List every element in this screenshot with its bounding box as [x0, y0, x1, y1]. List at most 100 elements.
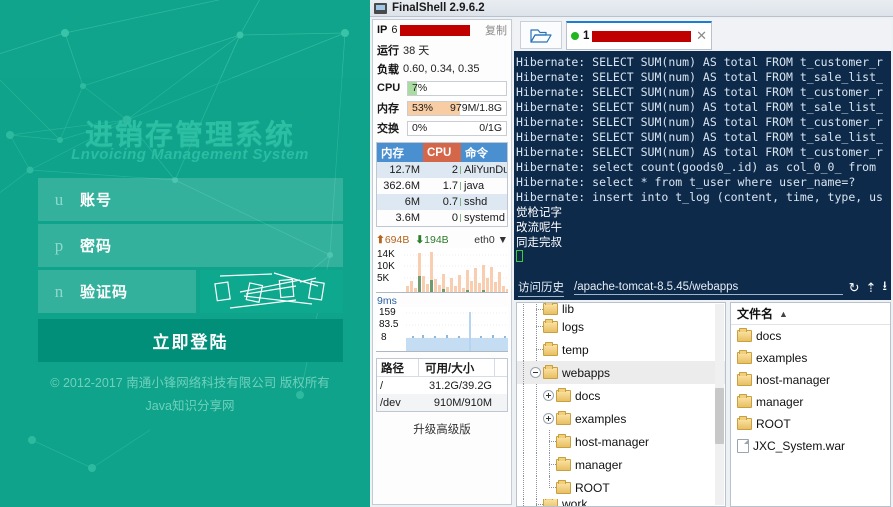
cell-path: /dev: [380, 396, 401, 409]
download-arrow-icon: ⬇: [415, 234, 425, 246]
tree-item[interactable]: logs: [517, 315, 725, 338]
load-row: 负载 0.60, 0.34, 0.35: [373, 59, 511, 78]
username-field[interactable]: u 账号: [38, 178, 343, 221]
col-header-path[interactable]: 路径: [377, 359, 419, 376]
disk-table-header: 路径 可用/大小: [377, 359, 507, 377]
sort-ascending-icon[interactable]: ▲: [779, 309, 788, 319]
cell-size: 910M/910M: [433, 396, 492, 409]
tree-item[interactable]: examples: [517, 407, 725, 430]
lat-y-label-0: 159: [379, 307, 396, 318]
col-header-command[interactable]: 命令: [461, 143, 507, 162]
col-header-memory[interactable]: 内存: [377, 143, 423, 162]
cpu-label: CPU: [377, 82, 401, 94]
terminal-line: 同走完叔: [516, 235, 562, 249]
terminal-cursor-line: [516, 250, 891, 266]
cell-command: AliYunDun: [464, 164, 507, 176]
password-field[interactable]: p 密码: [38, 224, 343, 267]
process-table: 内存 CPU 命令 12.7M 2 AliYunDun 362.6M 1.7 j…: [376, 142, 508, 227]
list-item[interactable]: manager: [731, 391, 890, 413]
folder-icon: [737, 372, 752, 386]
folder-icon: [737, 350, 752, 364]
swap-row: 交换 0% 0/1G: [373, 118, 511, 138]
download-icon[interactable]: ⭳: [882, 277, 887, 299]
memory-row: 内存 53% 979M/1.8G: [373, 98, 511, 118]
table-row[interactable]: 3.6M 0 systemd: [377, 210, 507, 226]
tree-item[interactable]: manager: [517, 453, 725, 476]
load-value: 0.60, 0.34, 0.35: [403, 62, 480, 75]
folder-icon: [556, 433, 571, 448]
login-button[interactable]: 立即登陆: [38, 319, 343, 362]
username-placeholder: 账号: [80, 192, 113, 209]
tree-item-label: temp: [562, 342, 589, 357]
col-header-size[interactable]: 可用/大小: [419, 359, 495, 376]
swap-usage-bar: 0% 0/1G: [407, 120, 507, 136]
terminal-line: Hibernate: insert into t_log (content, t…: [516, 190, 883, 204]
net-y-label-0: 14K: [377, 249, 395, 260]
table-row[interactable]: 12.7M 2 AliYunDun: [377, 162, 507, 178]
tree-item[interactable]: temp: [517, 338, 725, 361]
file-name: ROOT: [756, 417, 791, 431]
close-icon[interactable]: ✕: [696, 28, 707, 44]
terminal-line: Hibernate: select count(goods0_.id) as c…: [516, 160, 877, 174]
terminal-line: Hibernate: SELECT SUM(num) AS total FROM…: [516, 55, 883, 69]
upgrade-button[interactable]: 升级高级版: [373, 421, 511, 437]
uptime-value: 38 天: [403, 44, 430, 57]
access-history-button[interactable]: 访问历史: [518, 279, 564, 297]
tree-item[interactable]: host-manager: [517, 430, 725, 453]
expand-icon[interactable]: [543, 390, 554, 401]
table-row[interactable]: 362.6M 1.7 java: [377, 178, 507, 194]
captcha-image[interactable]: [200, 270, 343, 313]
current-path[interactable]: /apache-tomcat-8.5.45/webapps: [574, 281, 843, 295]
file-list-panel[interactable]: 文件名 ▲ docs examples host-manager manager…: [730, 302, 891, 507]
list-item[interactable]: examples: [731, 347, 890, 369]
collapse-icon[interactable]: [530, 367, 541, 378]
lat-y-label-2: 8: [381, 332, 387, 343]
list-item[interactable]: ROOT: [731, 413, 890, 435]
terminal-line: Hibernate: SELECT SUM(num) AS total FROM…: [516, 85, 883, 99]
network-interface-select[interactable]: eth0 ▼: [474, 234, 508, 246]
copy-ip-button[interactable]: 复制: [485, 22, 507, 38]
cell-cpu: 0: [423, 212, 461, 224]
upload-icon[interactable]: ⇡: [866, 280, 877, 296]
tree-item[interactable]: lib: [517, 303, 725, 315]
tree-item[interactable]: docs: [517, 384, 725, 407]
ip-label: IP: [377, 24, 388, 36]
col-header-cpu[interactable]: CPU: [423, 143, 461, 162]
captcha-field[interactable]: n 验证码: [38, 270, 196, 313]
list-item[interactable]: docs: [731, 325, 890, 347]
chevron-down-icon: ▼: [497, 234, 508, 246]
tree-item-label: lib: [562, 303, 575, 315]
file-tree-panel[interactable]: lib logs temp webapps docs examples host…: [516, 302, 726, 507]
col-header-spacer: [495, 359, 507, 376]
uptime-row: 运行 38 天: [373, 40, 511, 59]
list-item[interactable]: host-manager: [731, 369, 890, 391]
file-list-header[interactable]: 文件名 ▲: [731, 303, 890, 325]
copyright-line-2: Java知识分享网: [145, 399, 235, 413]
tree-scrollbar[interactable]: [715, 304, 724, 505]
terminal-tab[interactable]: 1 ✕: [566, 21, 712, 50]
memory-label: 内存: [377, 103, 399, 115]
scrollbar-thumb[interactable]: [715, 388, 724, 444]
cell-cpu: 0.7: [423, 196, 461, 208]
finalshell-window: FinalShell 2.9.6.2 IP 6 复制 运行 38 天 负载 0.…: [370, 0, 893, 507]
terminal-output[interactable]: Hibernate: SELECT SUM(num) AS total FROM…: [514, 51, 891, 276]
table-row[interactable]: 6M 0.7 sshd: [377, 194, 507, 210]
open-folder-button[interactable]: [520, 21, 562, 49]
table-row[interactable]: /dev 910M/910M: [377, 394, 507, 411]
tree-item[interactable]: work: [517, 499, 725, 506]
cursor-icon: [516, 250, 523, 262]
process-table-header: 内存 CPU 命令: [377, 143, 507, 162]
expand-icon[interactable]: [543, 413, 554, 424]
tree-item-label: host-manager: [575, 434, 650, 449]
refresh-icon[interactable]: ↻: [849, 280, 860, 296]
net-y-label-1: 10K: [377, 261, 395, 272]
tab-number: 1: [583, 30, 590, 42]
user-icon: u: [54, 189, 64, 209]
swap-label: 交换: [377, 123, 399, 135]
tree-item-webapps[interactable]: webapps: [517, 361, 725, 384]
cell-cpu: 1.7: [423, 180, 461, 192]
file-name: manager: [756, 395, 804, 409]
tree-item[interactable]: ROOT: [517, 476, 725, 499]
table-row[interactable]: / 31.2G/39.2G: [377, 377, 507, 394]
list-item[interactable]: JXC_System.war: [731, 435, 890, 457]
